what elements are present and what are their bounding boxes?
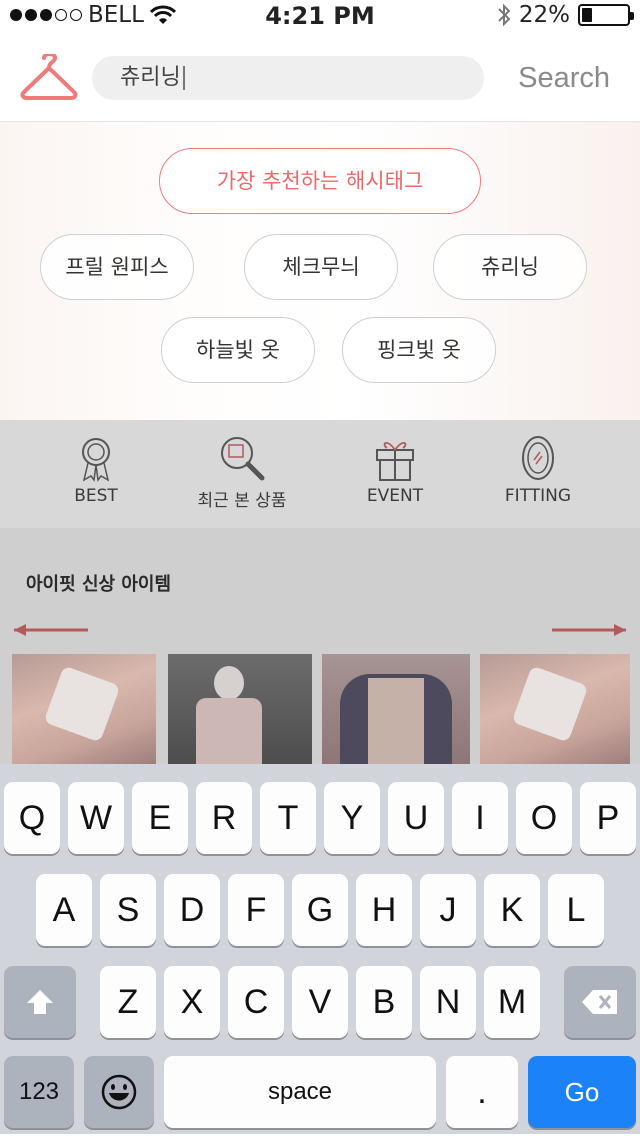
key-e[interactable]: E xyxy=(132,782,188,854)
product-thumbnail[interactable] xyxy=(168,654,312,764)
key-i[interactable]: I xyxy=(452,782,508,854)
menu-label: EVENT xyxy=(366,486,424,506)
menu-label: FITTING xyxy=(504,486,572,506)
product-thumbnail[interactable] xyxy=(322,654,470,764)
go-key[interactable]: Go xyxy=(528,1056,636,1128)
backspace-icon xyxy=(582,990,617,1014)
menu-item-recent[interactable]: 최근 본 상품 xyxy=(177,434,307,511)
key-r[interactable]: R xyxy=(196,782,252,854)
keyboard: Q W E R T Y U I O P A S D F G H J K L Z … xyxy=(0,764,640,1134)
battery-icon xyxy=(578,4,634,26)
hashtag-chip[interactable]: 프릴 원피스 xyxy=(40,234,194,300)
emoji-icon xyxy=(101,1074,137,1110)
arrow-left-icon[interactable] xyxy=(12,622,90,638)
key-f[interactable]: F xyxy=(228,874,284,946)
numbers-key[interactable]: 123 xyxy=(4,1056,74,1128)
hashtag-chip[interactable]: 츄리닝 xyxy=(433,234,587,300)
emoji-key[interactable] xyxy=(84,1056,154,1128)
medal-icon xyxy=(82,438,110,482)
search-input[interactable]: 츄리닝 xyxy=(92,56,484,100)
key-g[interactable]: G xyxy=(292,874,348,946)
bluetooth-icon xyxy=(498,3,511,27)
key-k[interactable]: K xyxy=(484,874,540,946)
key-n[interactable]: N xyxy=(420,966,476,1038)
mirror-icon xyxy=(522,436,554,480)
shift-arrow-icon xyxy=(27,990,53,1014)
dimmed-content: BEST 최근 본 상품 EVENT FITTING 아이핏 신상 아이템 xyxy=(0,420,640,764)
space-key[interactable]: space xyxy=(164,1056,436,1128)
recommended-hashtags-label[interactable]: 가장 추천하는 해시태그 xyxy=(159,148,481,214)
hashtag-chip[interactable]: 체크무늬 xyxy=(244,234,398,300)
battery-percent: 22% xyxy=(518,2,570,28)
key-x[interactable]: X xyxy=(164,966,220,1038)
key-d[interactable]: D xyxy=(164,874,220,946)
text-cursor xyxy=(182,66,185,90)
key-b[interactable]: B xyxy=(356,966,412,1038)
key-t[interactable]: T xyxy=(260,782,316,854)
hanger-logo-icon[interactable] xyxy=(20,54,78,102)
menu-item-fitting[interactable]: FITTING xyxy=(473,434,603,506)
category-menu: BEST 최근 본 상품 EVENT FITTING xyxy=(0,420,640,528)
menu-item-event[interactable]: EVENT xyxy=(330,434,460,506)
shift-key[interactable] xyxy=(4,966,76,1038)
section-title: 아이핏 신상 아이템 xyxy=(26,574,172,595)
gift-icon xyxy=(376,442,414,481)
key-a[interactable]: A xyxy=(36,874,92,946)
key-y[interactable]: Y xyxy=(324,782,380,854)
search-input-value: 츄리닝 xyxy=(120,65,181,90)
key-c[interactable]: C xyxy=(228,966,284,1038)
menu-label: BEST xyxy=(74,486,118,506)
key-m[interactable]: M xyxy=(484,966,540,1038)
key-o[interactable]: O xyxy=(516,782,572,854)
key-s[interactable]: S xyxy=(100,874,156,946)
hashtag-chip[interactable]: 핑크빛 옷 xyxy=(342,317,496,383)
product-thumbnail[interactable] xyxy=(480,654,630,764)
key-v[interactable]: V xyxy=(292,966,348,1038)
menu-item-best[interactable]: BEST xyxy=(31,434,161,506)
key-u[interactable]: U xyxy=(388,782,444,854)
arrow-right-icon[interactable] xyxy=(550,622,628,638)
key-z[interactable]: Z xyxy=(100,966,156,1038)
key-h[interactable]: H xyxy=(356,874,412,946)
key-l[interactable]: L xyxy=(548,874,604,946)
menu-label: 최근 본 상품 xyxy=(197,491,287,511)
magnifier-icon xyxy=(221,437,265,481)
key-q[interactable]: Q xyxy=(4,782,60,854)
status-bar: BELL 4:21 PM 22% xyxy=(0,0,640,34)
period-key[interactable]: . xyxy=(446,1056,518,1128)
search-button[interactable]: Search xyxy=(518,56,610,100)
hashtag-chip[interactable]: 하늘빛 옷 xyxy=(161,317,315,383)
product-thumbnail[interactable] xyxy=(12,654,156,764)
backspace-key[interactable] xyxy=(564,966,636,1038)
key-j[interactable]: J xyxy=(420,874,476,946)
hashtag-panel: 가장 추천하는 해시태그 프릴 원피스 체크무늬 츄리닝 하늘빛 옷 핑크빛 옷 xyxy=(0,122,640,420)
app-header: 츄리닝 Search xyxy=(0,34,640,122)
key-w[interactable]: W xyxy=(68,782,124,854)
battery-fill xyxy=(582,8,592,22)
key-p[interactable]: P xyxy=(580,782,636,854)
